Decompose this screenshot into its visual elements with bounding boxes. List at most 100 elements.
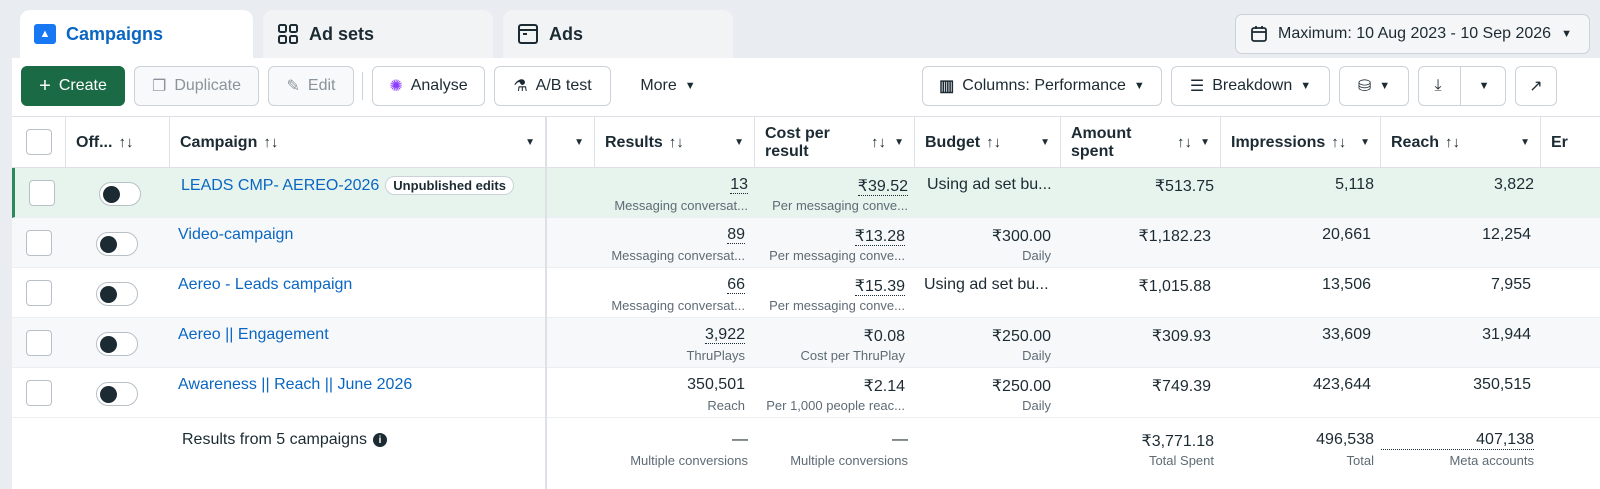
cost-value-text: ₹13.28	[854, 228, 905, 246]
header-off-on[interactable]: Off... ↑↓	[66, 117, 170, 168]
chevron-down-icon: ▼	[1360, 137, 1370, 148]
reach-value: 7,955	[1490, 276, 1531, 293]
tab-ad-sets[interactable]: Ad sets	[263, 10, 493, 58]
header-cost-per-result[interactable]: Cost per result ↑↓ ▼	[755, 117, 915, 168]
budget-value: ₹250.00	[991, 378, 1051, 395]
toggle-knob	[100, 386, 117, 403]
campaign-name-link[interactable]: Aereo - Leads campaign	[178, 276, 352, 294]
tab-ads[interactable]: Ads	[503, 10, 733, 58]
chevron-down-icon: ▼	[574, 137, 584, 148]
cost-per-result-value: ₹2.14	[755, 376, 905, 396]
breakdown-button[interactable]: ☰ Breakdown ▼	[1171, 66, 1330, 106]
cost-per-result-value: ₹39.52	[758, 176, 908, 196]
campaign-toggle[interactable]	[96, 232, 138, 256]
campaigns-table: Off... ↑↓ Campaign ↑↓ ▼ ▼ Results ↑↓ ▼ C…	[12, 116, 1600, 489]
breakdown-icon: ☰	[1189, 78, 1205, 95]
info-icon[interactable]: i	[372, 433, 387, 447]
cost-per-result-value: ₹0.08	[755, 326, 905, 346]
edit-label: Edit	[307, 77, 336, 94]
sort-icon: ↑↓	[1331, 134, 1347, 151]
duplicate-button[interactable]: ❐ Duplicate	[134, 66, 259, 106]
summary-cost: —	[892, 431, 908, 448]
header-amount-spent[interactable]: Amount spent ↑↓ ▼	[1061, 117, 1221, 168]
select-all-checkbox[interactable]	[26, 129, 52, 155]
campaign-toggle[interactable]	[96, 382, 138, 406]
table-row[interactable]: Aereo - Leads campaign 66 Messaging conver…	[12, 268, 1600, 318]
results-value: 13	[598, 176, 748, 194]
header-next-column[interactable]: Er	[1541, 117, 1600, 168]
create-button[interactable]: + Create	[21, 66, 125, 106]
campaign-name-link[interactable]: Awareness || Reach || June 2026	[178, 376, 412, 394]
header-reach[interactable]: Reach ↑↓ ▼	[1381, 117, 1541, 168]
header-spent-line2: spent	[1071, 142, 1114, 160]
header-next-label: Er	[1551, 133, 1568, 151]
row-checkbox[interactable]	[26, 280, 52, 306]
header-campaign[interactable]: Campaign ↑↓ ▼	[170, 117, 546, 168]
amount-spent-value: ₹749.39	[1151, 378, 1211, 395]
toolbar-divider	[362, 72, 363, 100]
results-value-text: 66	[727, 276, 745, 294]
columns-button[interactable]: ▥ Columns: Performance ▼	[922, 66, 1162, 106]
reach-value: 350,515	[1473, 376, 1531, 393]
campaign-toggle[interactable]	[96, 282, 138, 306]
row-checkbox[interactable]	[29, 180, 55, 206]
row-checkbox[interactable]	[26, 230, 52, 256]
reach-value: 3,822	[1493, 176, 1534, 193]
cost-per-result-type: Per messaging conve...	[772, 198, 908, 213]
summary-row: Results from 5 campaigns i — Multiple co…	[12, 419, 1600, 489]
table-row[interactable]: Aereo || Engagement 3,922 ThruPlays ₹0.08 Co…	[12, 318, 1600, 368]
ab-test-label: A/B test	[535, 77, 592, 94]
header-delivery[interactable]: ▼	[547, 117, 595, 168]
table-row[interactable]: Video-campaign 89 Messaging conversat... ₹1…	[12, 218, 1600, 268]
campaign-toggle[interactable]	[99, 182, 141, 206]
reports-button[interactable]: ⛁ ▼	[1339, 66, 1409, 106]
cost-per-result-type: Cost per ThruPlay	[800, 348, 905, 363]
level-tabs: ▲ Campaigns Ad sets Ads	[20, 10, 733, 58]
campaign-folder-icon: ▲	[34, 24, 56, 44]
header-impressions[interactable]: Impressions ↑↓ ▼	[1221, 117, 1381, 168]
trend-chart-icon: ↗	[1529, 78, 1543, 95]
amount-spent-value: ₹309.93	[1151, 328, 1211, 345]
analyse-button[interactable]: ✺ Analyse	[372, 66, 485, 106]
campaign-name-link[interactable]: Video-campaign	[178, 226, 293, 244]
campaigns-panel: + Create ❐ Duplicate ✎ Edit ✺ Analyse ⚗ …	[12, 58, 1600, 489]
cost-per-result-type: Per messaging conve...	[769, 298, 905, 313]
cost-value-text: ₹0.08	[863, 328, 905, 345]
header-results[interactable]: Results ↑↓ ▼	[595, 117, 755, 168]
edit-button[interactable]: ✎ Edit	[268, 66, 354, 106]
row-checkbox[interactable]	[26, 380, 52, 406]
row-checkbox[interactable]	[26, 330, 52, 356]
chevron-down-icon: ▼	[1133, 80, 1145, 92]
summary-label-wrap: Results from 5 campaigns i	[182, 431, 387, 449]
date-range-picker[interactable]: Maximum: 10 Aug 2023 - 10 Sep 2026 ▼	[1235, 14, 1590, 54]
tab-campaigns[interactable]: ▲ Campaigns	[20, 10, 253, 58]
campaign-name-cell: Awareness || Reach || June 2026	[178, 376, 412, 394]
ab-test-button[interactable]: ⚗ A/B test	[494, 66, 611, 106]
table-row[interactable]: LEADS CMP- AEREO-2026 Unpublished edits 13…	[12, 168, 1600, 218]
summary-cost-sub: Multiple conversions	[790, 453, 908, 468]
campaign-toggle[interactable]	[96, 332, 138, 356]
split-divider	[1459, 67, 1461, 105]
sort-icon: ↑↓	[118, 134, 134, 151]
export-button[interactable]: ⤓ ▼	[1418, 66, 1506, 106]
campaign-name-link[interactable]: LEADS CMP- AEREO-2026	[181, 177, 379, 195]
expand-chart-button[interactable]: ↗	[1515, 66, 1557, 106]
pencil-icon: ✎	[286, 78, 300, 95]
results-value: 66	[595, 276, 745, 294]
toggle-knob	[103, 186, 120, 203]
flask-icon: ⚗	[513, 78, 528, 95]
header-budget-label: Budget	[925, 133, 981, 151]
campaign-name-link[interactable]: Aereo || Engagement	[178, 326, 329, 344]
header-budget[interactable]: Budget ↑↓ ▼	[915, 117, 1061, 168]
header-results-label: Results	[605, 133, 663, 151]
calendar-icon	[1251, 26, 1267, 42]
cost-per-result-type: Per 1,000 people reac...	[766, 398, 905, 413]
toolbar: + Create ❐ Duplicate ✎ Edit ✺ Analyse ⚗ …	[12, 66, 1600, 106]
budget-value: ₹300.00	[991, 228, 1051, 245]
table-row[interactable]: Awareness || Reach || June 2026 350,501 Re…	[12, 368, 1600, 418]
sort-icon: ↑↓	[263, 134, 279, 151]
more-button[interactable]: More ▼	[624, 66, 712, 106]
reach-value: 31,944	[1482, 326, 1531, 343]
cost-per-result-type: Per messaging conve...	[769, 248, 905, 263]
amount-spent-value: ₹513.75	[1154, 178, 1214, 195]
